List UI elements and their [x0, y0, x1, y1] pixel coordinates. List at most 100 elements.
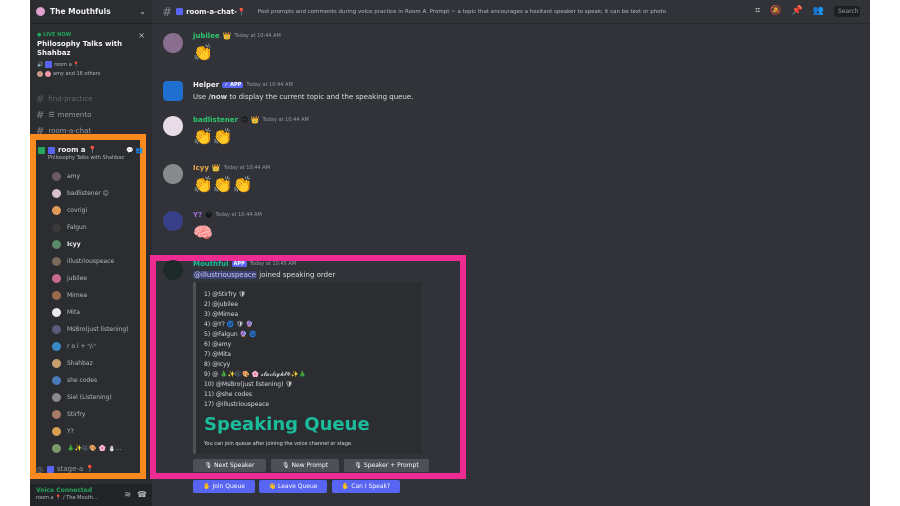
voice-member[interactable]: Stirfry	[52, 408, 142, 420]
live-badge: ● LIVE NOW	[37, 32, 72, 38]
speaker-icon: 🔊	[37, 61, 44, 68]
leave-queue-button[interactable]: 👋 Leave Queue	[259, 480, 327, 493]
message-header: badlistener 😊 👑 Today at 10:44 AM	[193, 116, 309, 124]
voice-member[interactable]: amy	[52, 170, 142, 182]
avatar[interactable]	[163, 164, 183, 184]
author-name[interactable]: Helper	[193, 81, 219, 89]
search-input[interactable]: Search	[834, 6, 860, 17]
speaking-queue-embed: 1) @Stirfry 🛡 2) @jubilee 3) @Mimea 4) @Y? …	[193, 282, 421, 454]
timestamp: Today at 10:45 AM	[249, 261, 297, 267]
queue-footer: You can join queue after joining the voi…	[204, 441, 353, 447]
user-mention[interactable]: @illustriouspeace	[193, 271, 258, 279]
channel-badge-icon	[45, 61, 53, 68]
new-prompt-button[interactable]: 🎙 New Prompt	[271, 459, 339, 472]
channel-badge-icon	[46, 465, 54, 473]
author-name[interactable]: Icyy	[193, 164, 209, 172]
author-name[interactable]: Mouthful	[193, 260, 229, 268]
voice-member[interactable]: MsBro(just listening)	[52, 323, 142, 335]
threads-icon[interactable]: ⌗	[755, 6, 760, 17]
queue-entry: 1) @Stirfry 🛡	[204, 291, 247, 298]
channel-stage-a[interactable]: ◎ stage-a 📍	[36, 462, 148, 476]
queue-entry: 3) @Mimea	[204, 311, 239, 318]
queue-entry: 4) @Y? 🌀 🛡 🔮	[204, 321, 254, 328]
avatar[interactable]	[163, 211, 183, 231]
timestamp: Today at 10:44 AM	[215, 212, 262, 218]
voice-member[interactable]: covrigi	[52, 204, 142, 216]
message-emoji: 👏	[193, 43, 213, 62]
app-tag: ✓ APP	[222, 82, 244, 88]
member-name: Siel (Listening)	[67, 393, 112, 401]
voice-channel-room-a[interactable]: room a 📍 💬 👥 Philosophy Talks with Shahb…	[38, 146, 143, 161]
voice-member[interactable]: badlistener 😊	[52, 187, 142, 199]
member-name: Stirfry	[67, 410, 86, 418]
command-mention[interactable]: /now	[208, 93, 227, 101]
pin-icon[interactable]: 📌	[792, 6, 803, 17]
member-name: Shahbaz	[67, 359, 93, 367]
avatar	[45, 71, 51, 77]
author-name[interactable]: Y?	[193, 211, 202, 219]
close-icon[interactable]: ×	[138, 31, 145, 40]
avatar	[52, 256, 61, 266]
voice-member[interactable]: Icyy	[52, 238, 142, 250]
message-header: Icyy 👑 Today at 10:44 AM	[193, 164, 270, 172]
author-name[interactable]: jubilee	[193, 32, 220, 40]
voice-member[interactable]: Falgun	[52, 221, 142, 233]
stage-icon: ◎	[36, 464, 43, 474]
channel-find-practice[interactable]: # find-practice	[36, 92, 148, 106]
avatar[interactable]	[163, 81, 183, 101]
channel-memento[interactable]: # ☰ memento	[36, 108, 148, 122]
member-name: Mita	[67, 308, 80, 316]
avatar[interactable]	[163, 33, 183, 53]
noise-suppression-icon[interactable]: ≋	[124, 490, 131, 499]
message-emoji: 👏👏	[193, 127, 233, 146]
next-speaker-button[interactable]: 🎙 Next Speaker	[193, 459, 266, 472]
avatar	[52, 222, 61, 232]
avatar	[52, 443, 61, 453]
join-queue-button[interactable]: ✋ Join Queue	[193, 480, 255, 493]
voice-member[interactable]: 🎄✨🎼🎨 🌸 ⛄...	[52, 442, 142, 454]
speaker-prompt-button[interactable]: 🎙 Speaker + Prompt	[344, 459, 429, 472]
avatar	[52, 188, 61, 198]
live-stage-card[interactable]: ● LIVE NOW Philosophy Talks with Shahbaz…	[34, 28, 148, 92]
author-name[interactable]: badlistener	[193, 116, 238, 124]
timestamp: Today at 10:44 AM	[234, 33, 281, 39]
voice-member[interactable]: jubilee	[52, 272, 142, 284]
channel-badge-icon	[48, 146, 55, 154]
voice-member[interactable]: Mimea	[52, 289, 142, 301]
queue-entry: 17) @illustriouspeace	[204, 401, 270, 408]
avatar	[52, 307, 61, 317]
member-name: 🎄✨🎼🎨 🌸 ⛄...	[67, 444, 122, 452]
voice-member[interactable]: illustriouspeace	[52, 255, 142, 267]
members-icon[interactable]: 👥	[813, 6, 824, 17]
avatar[interactable]	[163, 260, 183, 280]
voice-member[interactable]: she codes	[52, 374, 142, 386]
timestamp: Today at 10:44 AM	[246, 82, 293, 88]
message-text: Use /now to display the current topic an…	[193, 93, 414, 101]
can-i-speak-button[interactable]: ✋ Can I Speak?	[332, 480, 400, 493]
server-header[interactable]: The Mouthfuls ⌄	[30, 0, 152, 24]
avatar[interactable]	[163, 116, 183, 136]
queue-entry: 7) @Mita	[204, 351, 231, 358]
voice-member[interactable]: Siel (Listening)	[52, 391, 142, 403]
channel-topic[interactable]: Post prompts and comments during voice p…	[258, 9, 728, 15]
voice-member[interactable]: Mita	[52, 306, 142, 318]
message-header: jubilee 👑 Today at 10:44 AM	[193, 32, 281, 40]
avatar	[52, 239, 61, 249]
avatar	[52, 358, 61, 368]
voice-member[interactable]: Shahbaz	[52, 357, 142, 369]
channel-topbar: # room-a-chat-📍 Post prompts and comment…	[152, 0, 870, 24]
notification-bell-icon[interactable]: 🔕	[770, 6, 781, 17]
chat-bubble-icon[interactable]: 💬 👥	[126, 147, 143, 154]
queue-title: Speaking Queue	[204, 414, 370, 435]
chevron-down-icon[interactable]: ⌄	[139, 7, 146, 16]
disconnect-icon[interactable]: ☎	[137, 490, 147, 499]
timestamp: Today at 10:44 AM	[223, 165, 271, 171]
list-icon: ☰	[48, 111, 55, 119]
queue-entry: 10) @MsBro(just listening) 🛡	[204, 381, 293, 388]
live-members: amy and 16 others	[37, 71, 145, 77]
avatar	[52, 324, 61, 334]
voice-member[interactable]: Y?	[52, 425, 142, 437]
voice-member[interactable]: r o i + ⁿ/ᵣ⁺	[52, 340, 142, 352]
member-name: Falgun	[67, 223, 87, 231]
channel-badge-icon	[176, 8, 184, 15]
